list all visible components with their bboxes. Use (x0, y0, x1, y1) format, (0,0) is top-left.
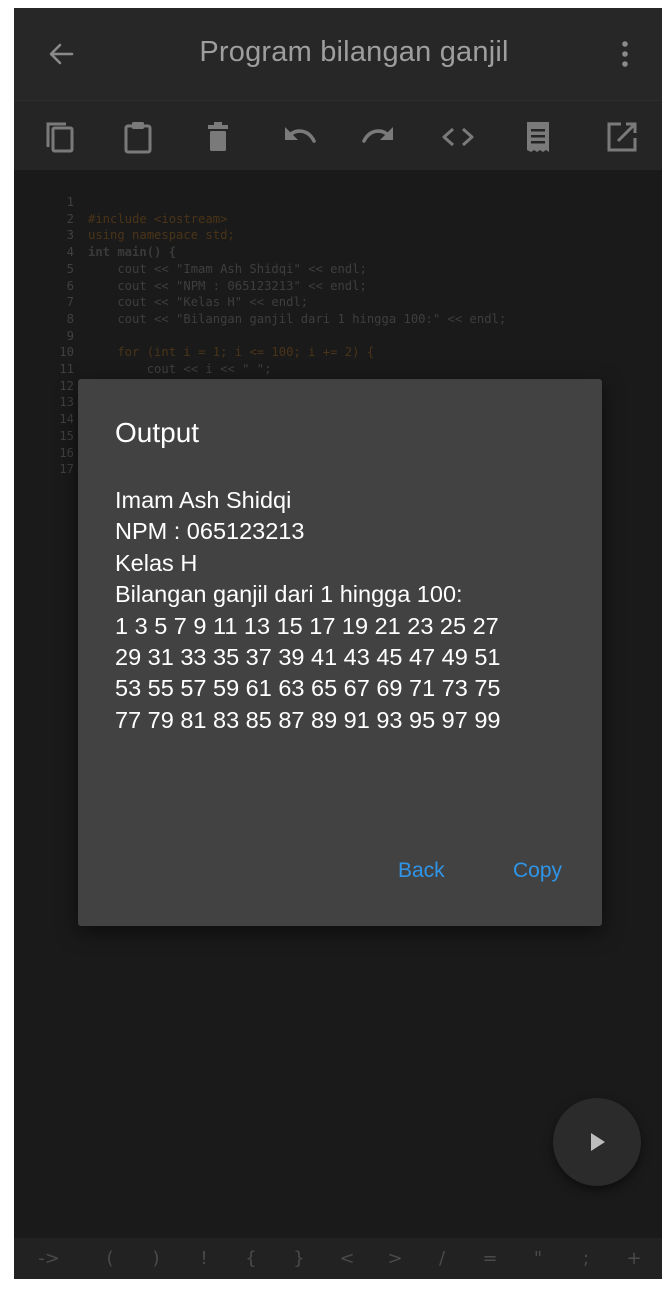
paste-icon[interactable] (118, 117, 158, 157)
code-line-2: using namespace std; (88, 228, 235, 243)
back-button[interactable]: Back (398, 859, 445, 883)
play-icon (591, 1133, 605, 1151)
page-title: Program bilangan ganjil (199, 36, 509, 68)
copy-icon[interactable] (40, 117, 80, 157)
code-line-5: cout << "NPM : 065123213" << endl; (88, 278, 367, 293)
symbol-key[interactable]: ! (189, 1248, 219, 1269)
code-line-1: #include <iostream> (88, 211, 228, 226)
line-number: 7 (66, 295, 74, 310)
symbol-key[interactable]: { (236, 1248, 266, 1269)
code-line-6: cout << "Kelas H" << endl; (88, 295, 309, 310)
run-button[interactable] (553, 1098, 641, 1186)
line-numbers: 1 2 3 4 5 6 7 8 9 10 11 12 13 14 15 16 17 (50, 194, 74, 478)
symbol-bar: -> ( ) ! { } < > / = " ; + (14, 1238, 662, 1279)
line-number: 14 (59, 412, 74, 427)
line-number: 10 (59, 345, 74, 360)
line-number: 13 (59, 395, 74, 410)
line-number: 2 (66, 211, 74, 226)
app-bar: Program bilangan ganjil (14, 8, 662, 100)
code-line-10: cout << i << " "; (88, 362, 272, 377)
undo-icon[interactable] (280, 117, 320, 157)
line-number: 5 (66, 261, 74, 276)
app-screen: Program bilangan ganjil 1 2 3 4 5 6 7 8 … (14, 8, 662, 1279)
line-number: 1 (66, 195, 74, 209)
symbol-key[interactable]: ; (571, 1248, 601, 1269)
symbol-key[interactable]: " (523, 1248, 553, 1269)
open-external-icon[interactable] (602, 117, 642, 157)
program-output: Imam Ash Shidqi NPM : 065123213 Kelas H … (115, 487, 501, 733)
code-icon[interactable] (438, 117, 478, 157)
symbol-key[interactable]: } (284, 1248, 314, 1269)
symbol-key[interactable]: = (475, 1248, 505, 1269)
more-vert-icon[interactable] (610, 36, 640, 72)
delete-icon[interactable] (198, 117, 238, 157)
line-number: 17 (59, 462, 74, 477)
symbol-key[interactable]: + (619, 1248, 649, 1269)
code-line-7: cout << "Bilangan ganjil dari 1 hingga 1… (88, 311, 507, 326)
arrow-left-icon[interactable] (42, 34, 82, 74)
document-icon[interactable] (518, 117, 558, 157)
symbol-key[interactable]: > (380, 1248, 410, 1269)
copy-button[interactable]: Copy (513, 859, 562, 883)
symbol-key[interactable]: / (427, 1248, 457, 1269)
redo-icon[interactable] (358, 117, 398, 157)
line-number: 16 (59, 445, 74, 460)
code-line-9: for (int i = 1; i <= 100; i += 2) { (88, 345, 375, 360)
symbol-key[interactable]: ) (141, 1248, 171, 1269)
symbol-key[interactable]: ( (95, 1248, 125, 1269)
line-number: 9 (66, 328, 74, 343)
line-number: 15 (59, 428, 74, 443)
line-number: 11 (59, 362, 74, 377)
code-line-3: int main() { (88, 245, 177, 260)
code-line-4: cout << "Imam Ash Shidqi" << endl; (88, 261, 367, 276)
line-number: 6 (66, 278, 74, 293)
line-number: 8 (66, 311, 74, 326)
symbol-key[interactable]: < (332, 1248, 362, 1269)
line-number: 4 (66, 245, 74, 260)
symbol-key[interactable]: -> (34, 1248, 64, 1269)
dialog-title: Output (115, 417, 200, 448)
line-number: 12 (59, 378, 74, 393)
output-dialog: Output Imam Ash Shidqi NPM : 065123213 K… (78, 379, 602, 926)
code-text[interactable]: #include <iostream> using namespace std;… (88, 194, 506, 394)
editor-toolbar (14, 100, 662, 170)
line-number: 3 (66, 228, 74, 243)
